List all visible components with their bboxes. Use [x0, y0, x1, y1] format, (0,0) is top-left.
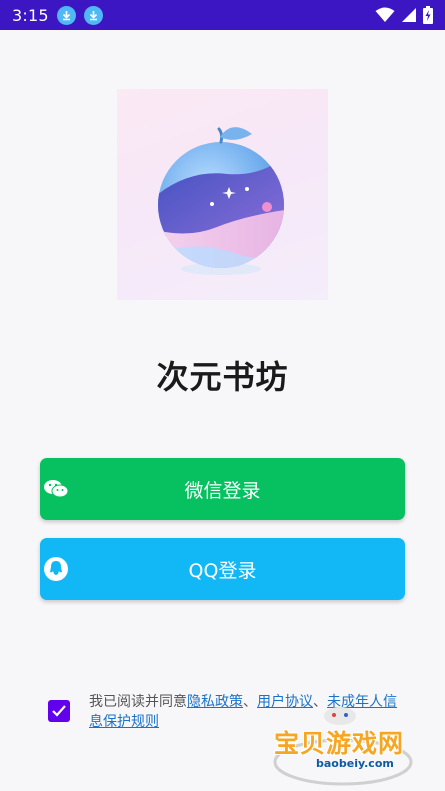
watermark-url: baobeiy.com	[316, 757, 394, 770]
watermark: 宝贝游戏网 baobeiy.com	[268, 700, 418, 790]
wechat-icon	[44, 480, 69, 498]
wechat-login-button[interactable]: 微信登录	[40, 458, 405, 520]
battery-charging-icon	[423, 6, 433, 24]
wifi-icon	[375, 7, 395, 22]
app-title: 次元书坊	[156, 358, 289, 396]
signal-icon	[402, 8, 416, 22]
app-logo	[117, 89, 328, 300]
wechat-login-label: 微信登录	[184, 479, 261, 502]
status-time: 3:15	[12, 5, 49, 25]
download-icon	[83, 5, 103, 25]
agreement-checkbox[interactable]	[48, 700, 70, 722]
watermark-text: 宝贝游戏网	[274, 729, 405, 758]
agreement-prefix: 我已阅读并同意	[89, 694, 187, 710]
qq-login-label: QQ登录	[188, 559, 257, 582]
qq-login-button[interactable]: QQ登录	[40, 538, 405, 600]
privacy-policy-link[interactable]: 隐私政策	[187, 694, 243, 710]
qq-icon	[44, 557, 68, 581]
status-bar: 3:15	[0, 0, 445, 30]
check-icon	[52, 705, 66, 717]
download-icon	[56, 5, 76, 25]
separator: 、	[243, 694, 257, 710]
